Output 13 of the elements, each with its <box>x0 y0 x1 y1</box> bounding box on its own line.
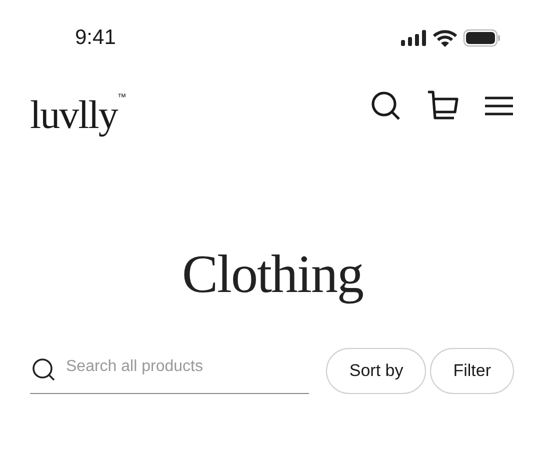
status-time: 9:41 <box>75 26 116 50</box>
cart-icon[interactable] <box>427 90 459 122</box>
pill-button[interactable]: Sort by <box>326 348 426 394</box>
menu-icon[interactable] <box>485 96 513 116</box>
search-icon <box>32 358 56 382</box>
pill-button[interactable]: Filter <box>430 348 514 394</box>
page-title: Clothing <box>180 243 364 306</box>
battery-icon <box>463 29 501 47</box>
search-icon[interactable] <box>371 91 401 121</box>
signal-icon <box>401 30 427 46</box>
search-field[interactable]: Search all products <box>30 348 309 394</box>
brand-logo[interactable]: luvlly$^{™}$ <box>30 72 126 140</box>
wifi-icon <box>433 30 457 46</box>
